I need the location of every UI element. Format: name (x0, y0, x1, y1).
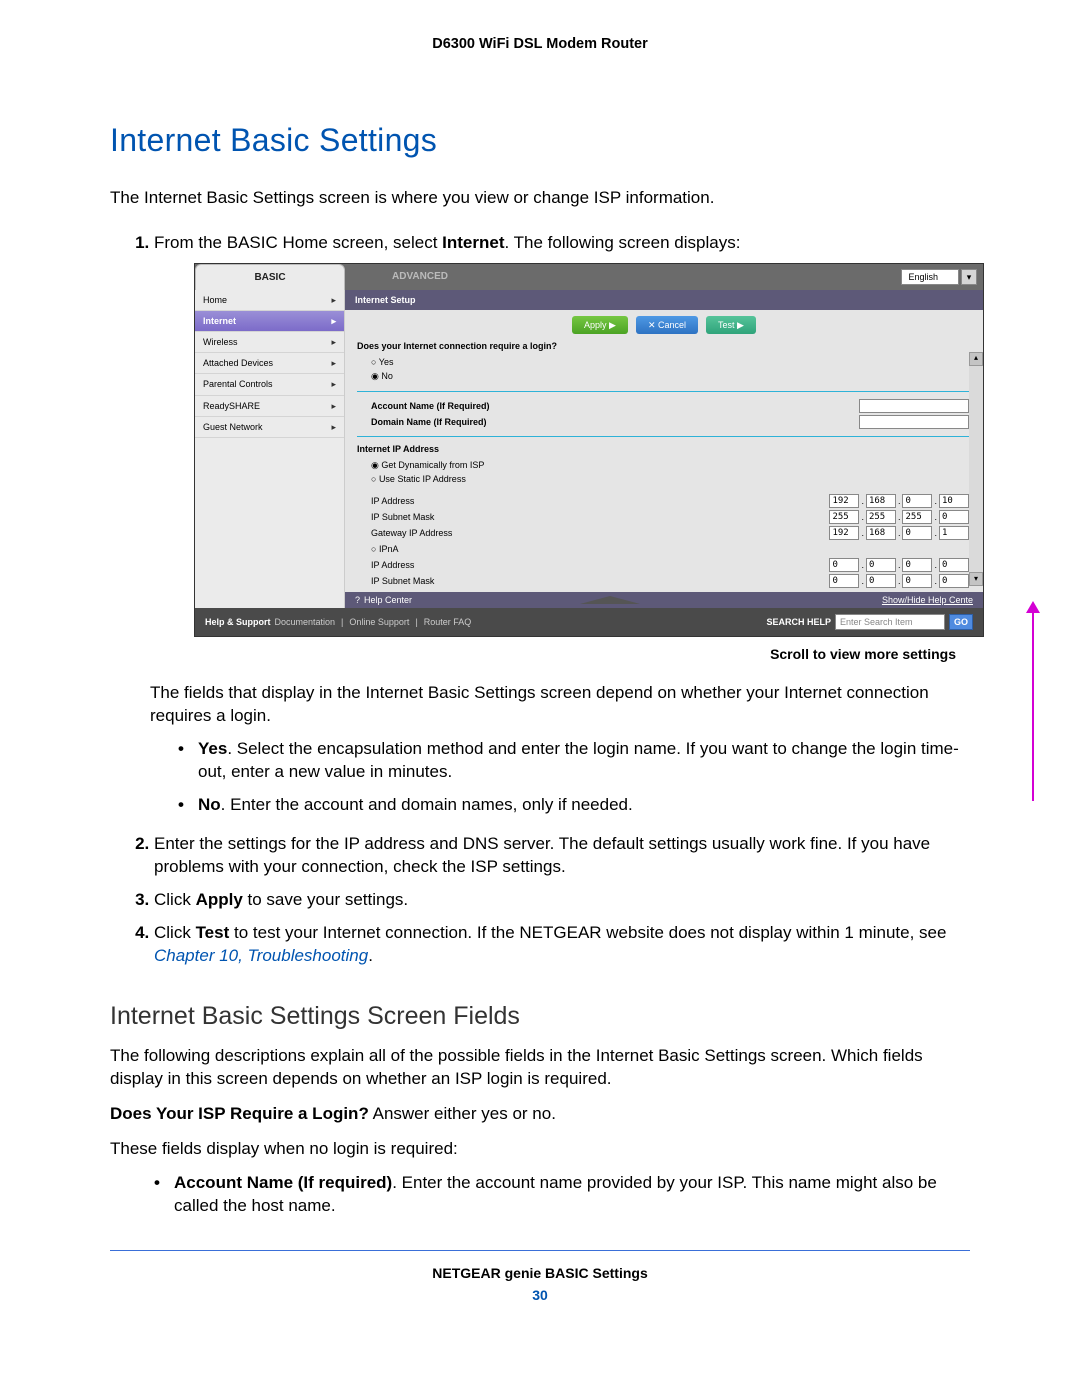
step-1: From the BASIC Home screen, select Inter… (154, 232, 970, 817)
sidebar-item-parental[interactable]: Parental Controls▸ (195, 374, 344, 395)
caret-icon: ▸ (331, 400, 336, 412)
annotation-arrow (1026, 601, 1040, 801)
login-question: Does your Internet connection require a … (357, 340, 971, 352)
gateway-field[interactable]: 192.168.0.1 (829, 526, 969, 540)
help-center[interactable]: ?Help Center (355, 594, 412, 606)
dropdown-icon[interactable]: ▾ (961, 269, 977, 285)
section-title: Internet Basic Settings (110, 122, 970, 159)
step-2: Enter the settings for the IP address an… (154, 833, 970, 879)
caret-icon: ▸ (331, 357, 336, 369)
tab-advanced[interactable]: ADVANCED (345, 264, 495, 290)
tab-basic[interactable]: BASIC (195, 264, 345, 290)
subnet-mask-field[interactable]: 255.255.255.0 (829, 510, 969, 524)
domain-name-label: Domain Name (If Required) (371, 416, 859, 428)
domain-name-field[interactable] (859, 415, 969, 429)
search-help-input[interactable]: Enter Search Item (835, 614, 945, 630)
test-button[interactable]: Test ▶ (706, 316, 756, 334)
divider (357, 391, 971, 392)
subsection-title: Internet Basic Settings Screen Fields (110, 1002, 970, 1031)
sidebar-nav: Home▸ Internet▸ Wireless▸ Attached Devic… (195, 290, 345, 608)
subnet-mask-label: IP Subnet Mask (371, 511, 829, 523)
post-shot-paragraph: The fields that display in the Internet … (150, 682, 970, 728)
radio-yes[interactable]: ○ Yes (371, 356, 971, 368)
ipna-address-field[interactable]: 0.0.0.0 (829, 558, 969, 572)
caret-icon: ▸ (331, 421, 336, 433)
footer-online-link[interactable]: Online Support (349, 616, 409, 628)
sub-bullet-account: Account Name (If required). Enter the ac… (154, 1172, 970, 1218)
search-go-button[interactable]: GO (949, 614, 973, 630)
radio-ipna[interactable]: ○ IPnA (371, 543, 971, 555)
scroll-up-icon[interactable]: ▴ (969, 352, 983, 366)
footer-doc-link[interactable]: Documentation (275, 616, 336, 628)
sidebar-item-internet[interactable]: Internet▸ (195, 311, 344, 332)
ip-address-label: IP Address (371, 495, 829, 507)
caret-icon: ▸ (331, 336, 336, 348)
troubleshooting-link[interactable]: Chapter 10, Troubleshooting (154, 946, 368, 965)
step-3: Click Apply to save your settings. (154, 889, 970, 912)
step-1-bold: Internet (442, 233, 504, 252)
account-name-label: Account Name (If Required) (371, 400, 859, 412)
apply-button[interactable]: Apply ▶ (572, 316, 628, 334)
account-name-field[interactable] (859, 399, 969, 413)
caret-icon: ▸ (331, 294, 336, 306)
language-value: English (901, 269, 959, 285)
sidebar-item-guest[interactable]: Guest Network▸ (195, 417, 344, 438)
sidebar-item-home[interactable]: Home▸ (195, 290, 344, 311)
scroll-caption: Scroll to view more settings (154, 645, 956, 664)
expand-handle[interactable] (580, 596, 640, 604)
step-1-pre: From the BASIC Home screen, select (154, 233, 442, 252)
help-toggle[interactable]: Show/Hide Help Cente (882, 594, 973, 606)
step-1-post: . The following screen displays: (505, 233, 741, 252)
radio-no[interactable]: ◉ No (371, 370, 971, 382)
footer-faq-link[interactable]: Router FAQ (424, 616, 472, 628)
footer-chapter: NETGEAR genie BASIC Settings (110, 1265, 970, 1281)
page-header-product: D6300 WiFi DSL Modem Router (110, 36, 970, 52)
language-selector[interactable]: English ▾ (901, 264, 983, 290)
panel-title: Internet Setup (345, 290, 983, 310)
scrollbar[interactable]: ▴ ▾ (969, 352, 983, 587)
ipna-address-label: IP Address (371, 559, 829, 571)
gateway-label: Gateway IP Address (371, 527, 829, 539)
footer-page-number: 30 (110, 1287, 970, 1303)
caret-icon: ▸ (331, 378, 336, 390)
bullet-no: No. Enter the account and domain names, … (178, 794, 970, 817)
sub-p3: These fields display when no login is re… (110, 1138, 970, 1161)
sub-p1: The following descriptions explain all o… (110, 1045, 970, 1091)
radio-ip-static[interactable]: ○ Use Static IP Address (371, 473, 971, 485)
search-help-label: SEARCH HELP (766, 616, 831, 628)
divider (357, 436, 971, 437)
cancel-button[interactable]: ✕ Cancel (636, 316, 698, 334)
caret-icon: ▸ (331, 315, 336, 327)
sidebar-item-readyshare[interactable]: ReadySHARE▸ (195, 396, 344, 417)
sub-p2: Does Your ISP Require a Login? Answer ei… (110, 1103, 970, 1126)
scroll-down-icon[interactable]: ▾ (969, 572, 983, 586)
bullet-yes: Yes. Select the encapsulation method and… (178, 738, 970, 784)
ip-address-field[interactable]: 192.168.0.10 (829, 494, 969, 508)
radio-ip-dynamic[interactable]: ◉ Get Dynamically from ISP (371, 459, 971, 471)
intro-paragraph: The Internet Basic Settings screen is wh… (110, 187, 970, 210)
sidebar-item-attached[interactable]: Attached Devices▸ (195, 353, 344, 374)
ipna-mask-label: IP Subnet Mask (371, 575, 829, 587)
sidebar-item-wireless[interactable]: Wireless▸ (195, 332, 344, 353)
step-4: Click Test to test your Internet connect… (154, 922, 970, 968)
router-screenshot: BASIC ADVANCED English ▾ Home▸ Internet▸… (194, 263, 984, 638)
ip-section-label: Internet IP Address (357, 443, 971, 455)
footer-help-support: Help & Support (205, 616, 271, 628)
footer-rule (110, 1250, 970, 1251)
help-icon: ? (355, 594, 360, 606)
ipna-mask-field[interactable]: 0.0.0.0 (829, 574, 969, 588)
